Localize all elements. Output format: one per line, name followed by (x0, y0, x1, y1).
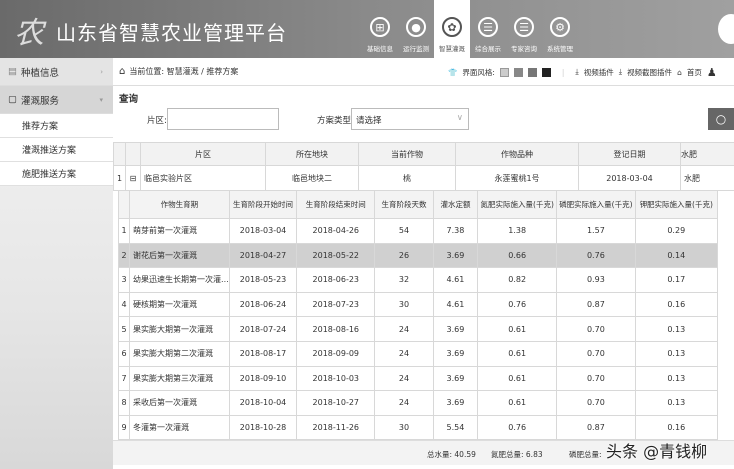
col-header[interactable]: 登记日期 (578, 142, 681, 166)
theme-swatch-gray[interactable] (513, 67, 523, 77)
home-icon: ⌂ (119, 66, 126, 77)
shirt-icon: 👕 (448, 67, 458, 77)
search-icon: ○ (715, 112, 727, 126)
theme-swatch-light[interactable] (499, 67, 509, 77)
nav-item[interactable]: ✿ 智慧灌溉 (434, 0, 470, 58)
logo: 农 (14, 16, 44, 51)
sidebar: ▤ 种植信息 › ▢ 灌溉服务 ▾ 推荐方案 灌溉推送方案 施肥推送方案 (0, 58, 113, 469)
col-header[interactable]: 磷肥实际施入量(千克) (556, 190, 636, 219)
watermark: 头条 @青钱柳 (606, 442, 708, 461)
col-header[interactable]: 生育阶段结束时间 (296, 190, 376, 219)
folder-icon: ▤ (8, 66, 17, 77)
nav-item[interactable]: ⚙ 系统管理 (542, 0, 578, 58)
location-pin-icon: ● (406, 17, 426, 37)
table-row[interactable]: 9 冬灌第一次灌溉 2018-10-28 2018-11-26 30 5.54 0.76 0.… (117, 414, 718, 441)
nav-item[interactable]: ☰ 综合展示 (470, 0, 506, 58)
home-icon: ⌂ (677, 67, 682, 77)
nav-item[interactable]: ⊞ 基础信息 (362, 0, 398, 58)
table-row[interactable]: 7 果实膨大期第三次灌溉 2018-09-10 2018-10-03 24 3.69 0.6… (117, 365, 718, 392)
parent-table: 片区 所在地块 当前作物 作物品种 登记日期 水肥 1 ⊟ 临邑实验片区 临邑地… (113, 142, 734, 191)
col-header[interactable]: 钾肥实际施入量(千克) (634, 190, 718, 219)
sidebar-group-planting[interactable]: ▤ 种植信息 › (0, 58, 113, 86)
video-plugin-link[interactable]: 视频插件 (584, 67, 614, 78)
collapse-toggle-icon[interactable]: ⊟ (125, 165, 141, 191)
home-link[interactable]: 首页 (687, 67, 702, 78)
col-header[interactable]: 生育阶段开始时间 (228, 190, 298, 219)
chevron-down-icon: ▾ (99, 95, 103, 104)
video-capture-plugin-link[interactable]: 视频截图插件 (627, 67, 672, 78)
theme-swatch-dark[interactable] (541, 67, 551, 77)
table-row[interactable]: 4 硬核期第一次灌溉 2018-06-24 2018-07-23 30 4.61 0.76 0… (117, 291, 718, 318)
table-row[interactable]: 1 ⊟ 临邑实验片区 临邑地块二 桃 永莲蜜桃1号 2018-03-04 水肥 (113, 165, 734, 191)
total-nitrogen: 氮肥总量: 6.83 (491, 450, 543, 459)
col-header[interactable]: 当前作物 (358, 142, 456, 166)
total-water: 总水量: 40.59 (427, 450, 476, 459)
table-row[interactable]: 2 谢花后第一次灌溉 2018-04-27 2018-05-22 26 3.69 0.66 0… (117, 242, 718, 269)
breadcrumb: ⌂ 当前位置: 智慧灌溉 / 推荐方案 👕 界面风格: | ⤓ 视频插件 ⤓ 视频截… (113, 58, 734, 86)
theme-swatch-mid[interactable] (527, 67, 537, 77)
table-row[interactable]: 1 萌芽前第一次灌溉 2018-03-04 2018-04-26 54 7.38 1.38 1… (117, 218, 718, 244)
col-header[interactable]: 作物品种 (455, 142, 579, 166)
area-input[interactable] (167, 108, 279, 130)
download-icon: ⤓ (575, 67, 579, 76)
type-select[interactable]: 请选择 ∨ (351, 108, 469, 130)
search-button[interactable]: ○ (708, 108, 734, 130)
stage-table: 作物生育期 生育阶段开始时间 生育阶段结束时间 生育阶段天数 灌水定额 氮肥实际施入量(千… (117, 190, 718, 441)
col-header[interactable]: 生育阶段天数 (374, 190, 434, 219)
nav-item[interactable]: ● 运行监测 (398, 0, 434, 58)
grid-circle-icon: ⊞ (370, 17, 390, 37)
chevron-right-icon: › (100, 67, 103, 76)
query-title: 查询 (119, 94, 139, 105)
download-icon: ⤓ (618, 67, 623, 76)
avatar[interactable] (718, 14, 734, 44)
col-header[interactable]: 灌水定额 (432, 190, 479, 219)
total-phosphorus: 磷肥总量: (569, 450, 602, 459)
type-label: 方案类型: (317, 116, 354, 126)
col-header[interactable]: 水肥 (680, 142, 734, 166)
clipboard-icon: ☰ (478, 17, 498, 37)
chevron-down-icon: ∨ (456, 113, 463, 123)
sidebar-item-recommend[interactable]: 推荐方案 (0, 114, 113, 138)
clipboard-icon: ☰ (514, 17, 534, 37)
table-row[interactable]: 8 采收后第一次灌溉 2018-10-04 2018-10-27 24 3.69 0.61 0… (117, 390, 718, 416)
col-header[interactable]: 所在地块 (265, 142, 359, 166)
sidebar-item-irrigation-push[interactable]: 灌溉推送方案 (0, 138, 113, 162)
col-header[interactable]: 片区 (140, 142, 266, 166)
sidebar-group-irrigation[interactable]: ▢ 灌溉服务 ▾ (0, 86, 113, 114)
top-nav: ⊞ 基础信息 ● 运行监测 ✿ 智慧灌溉 ☰ 综合展示 ☰ 专家咨询 ⚙ 系统管理 (362, 0, 578, 58)
gear-icon: ⚙ (550, 17, 570, 37)
col-header[interactable]: 氮肥实际施入量(千克) (477, 190, 558, 219)
app-header: 农 山东省智慧农业管理平台 ⊞ 基础信息 ● 运行监测 ✿ 智慧灌溉 ☰ 综合展示 ☰ 专家咨询 ⚙… (0, 0, 734, 58)
query-panel: 查询 片区: 方案类型: 请选择 ∨ ○ (113, 86, 734, 141)
table-row[interactable]: 5 果实膨大期第一次灌溉 2018-07-24 2018-08-16 24 3.69 0.6… (117, 316, 718, 342)
col-header[interactable]: 作物生育期 (129, 190, 230, 219)
user-icon[interactable]: ♟ (707, 66, 717, 79)
table-row[interactable]: 6 果实膨大期第二次灌溉 2018-08-17 2018-09-09 24 3.69 0.6… (117, 340, 718, 367)
sidebar-item-fertilizer-push[interactable]: 施肥推送方案 (0, 162, 113, 186)
area-label: 片区: (147, 116, 167, 126)
table-row[interactable]: 3 幼果迅速生长期第一次灌... 2018-05-23 2018-06-23 32 4.6… (117, 267, 718, 293)
flower-icon: ✿ (442, 17, 462, 37)
nav-item[interactable]: ☰ 专家咨询 (506, 0, 542, 58)
app-title: 山东省智慧农业管理平台 (56, 21, 287, 45)
folder-icon: ▢ (8, 94, 17, 105)
